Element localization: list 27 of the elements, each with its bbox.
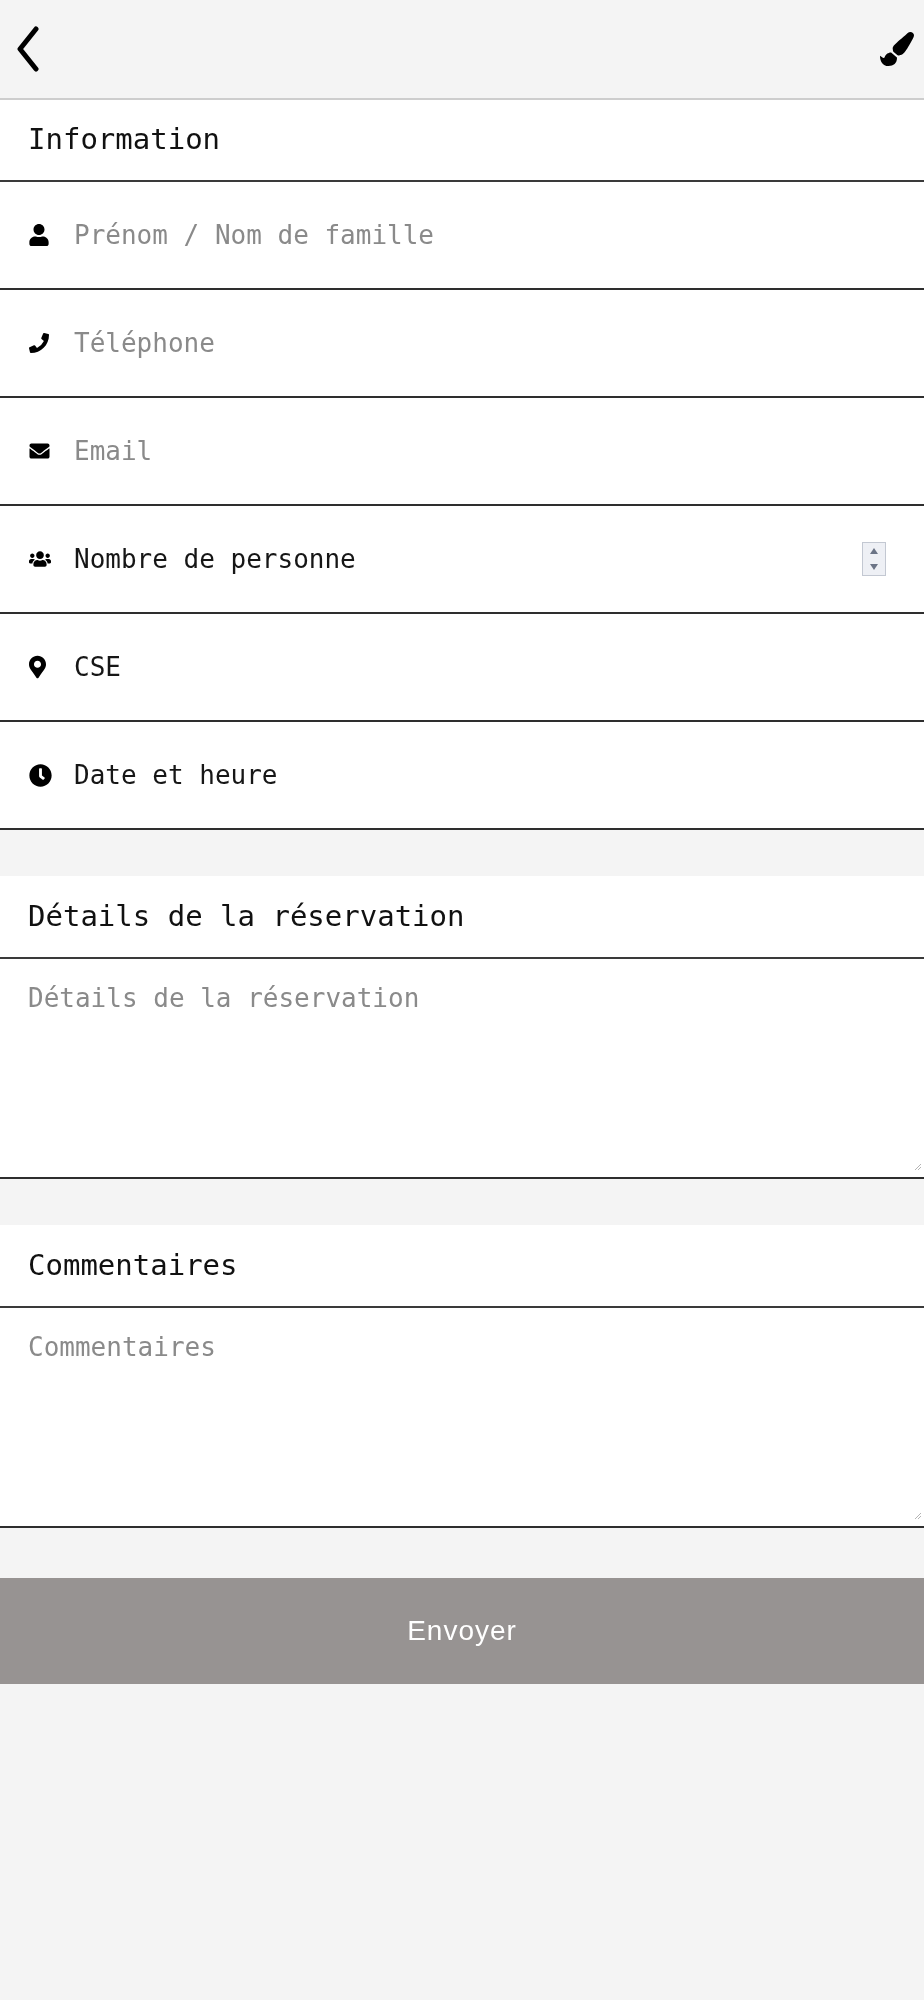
paint-brush-icon (880, 30, 914, 68)
user-icon (29, 224, 49, 246)
email-input[interactable]: Email (74, 429, 924, 473)
down-triangle-icon[interactable] (870, 564, 878, 570)
phone-input[interactable]: Téléphone (74, 321, 924, 365)
name-input[interactable]: Prénom / Nom de famille (74, 213, 924, 257)
guests-input[interactable]: Nombre de personne (74, 537, 862, 581)
phone-field[interactable]: Téléphone (0, 290, 924, 398)
people-icon (29, 550, 51, 568)
phone-icon (29, 333, 49, 353)
map-pin-icon (29, 655, 46, 679)
section-title: Commentaires (28, 1246, 238, 1284)
resize-grip-icon[interactable] (914, 1512, 922, 1520)
email-field[interactable]: Email (0, 398, 924, 506)
location-select[interactable]: CSE (74, 645, 121, 689)
resize-grip-icon[interactable] (914, 1163, 922, 1171)
guests-field[interactable]: Nombre de personne (0, 506, 924, 614)
back-button[interactable] (15, 26, 41, 72)
envelope-icon (29, 441, 50, 461)
section-title: Détails de la réservation (28, 897, 465, 935)
datetime-select[interactable]: Date et heure (74, 753, 278, 797)
up-triangle-icon[interactable] (870, 548, 878, 554)
clock-icon (29, 763, 52, 787)
section-title: Information (28, 121, 221, 159)
name-field[interactable]: Prénom / Nom de famille (0, 182, 924, 290)
back-chevron-icon (16, 26, 40, 72)
stepper-control[interactable] (862, 542, 886, 576)
